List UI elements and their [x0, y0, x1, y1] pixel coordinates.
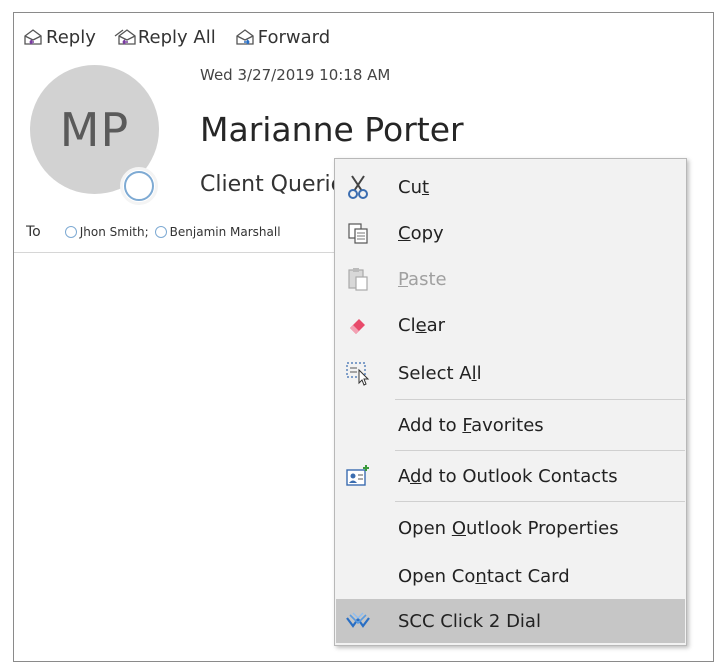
menu-label: Add to Favorites: [398, 414, 544, 436]
forward-button[interactable]: Forward: [234, 27, 330, 48]
forward-icon: [236, 29, 254, 45]
recipient-name: Jhon Smith;: [79, 225, 149, 239]
presence-dot-icon: [64, 226, 77, 238]
paste-icon: [344, 265, 372, 293]
header-divider: [14, 252, 334, 253]
menu-item-add-outlook-contacts[interactable]: Add to Outlook Contacts: [336, 454, 685, 498]
reply-button[interactable]: Reply: [22, 27, 96, 48]
reply-icon: [24, 29, 42, 45]
select-all-icon: [344, 359, 372, 387]
menu-separator: [395, 450, 685, 451]
menu-label: Copy: [398, 222, 444, 244]
menu-item-select-all[interactable]: Select All: [336, 351, 685, 395]
sender-name[interactable]: Marianne Porter: [200, 110, 464, 149]
message-date: Wed 3/27/2019 10:18 AM: [200, 66, 391, 84]
menu-label: Clear: [398, 314, 446, 336]
to-label: To: [26, 224, 41, 240]
menu-item-paste[interactable]: Paste: [336, 257, 685, 301]
menu-label: Add to Outlook Contacts: [398, 465, 618, 487]
recipient-chip[interactable]: Jhon Smith;: [64, 225, 149, 239]
menu-label: Select All: [398, 362, 482, 384]
reply-all-label: Reply All: [137, 26, 216, 48]
recipient-name: Benjamin Marshall: [169, 225, 281, 239]
reply-label: Reply: [46, 26, 96, 48]
scc-dial-icon: [344, 607, 372, 635]
avatar-initials: MP: [59, 102, 130, 157]
presence-indicator: [120, 167, 158, 205]
presence-ring-icon: [124, 171, 154, 201]
recipients-row: To Jhon Smith; Benjamin Marshall: [26, 224, 338, 240]
eraser-icon: [344, 311, 372, 339]
recipient-chip[interactable]: Benjamin Marshall: [154, 225, 281, 239]
menu-item-copy[interactable]: Copy: [336, 211, 685, 255]
menu-label: Paste: [398, 268, 447, 290]
menu-label: SCC Click 2 Dial: [398, 610, 541, 632]
menu-separator: [395, 501, 685, 502]
scissors-icon: [344, 173, 372, 201]
copy-icon: [344, 219, 372, 247]
message-toolbar: Reply Reply All Forward: [22, 22, 348, 52]
menu-item-clear[interactable]: Clear: [336, 303, 685, 347]
menu-label: Open Outlook Properties: [398, 517, 619, 539]
presence-dot-icon: [154, 226, 167, 238]
menu-separator: [395, 399, 685, 400]
menu-item-add-favorites[interactable]: Add to Favorites: [336, 403, 685, 447]
message-subject: Client Queries: [200, 172, 340, 197]
menu-item-open-outlook-properties[interactable]: Open Outlook Properties: [336, 506, 685, 550]
menu-item-open-contact-card[interactable]: Open Contact Card: [336, 554, 685, 598]
menu-label: Cut: [398, 176, 430, 198]
menu-item-cut[interactable]: Cut: [336, 165, 685, 209]
menu-label: Open Contact Card: [398, 565, 570, 587]
forward-label: Forward: [257, 26, 331, 48]
add-contact-icon: [344, 462, 372, 490]
menu-item-scc-click-2-dial[interactable]: SCC Click 2 Dial: [336, 599, 685, 643]
reply-all-button[interactable]: Reply All: [114, 27, 216, 48]
reply-all-icon: [114, 29, 136, 45]
context-menu: Cut Copy Paste Clear Select All Add to F…: [334, 158, 687, 646]
